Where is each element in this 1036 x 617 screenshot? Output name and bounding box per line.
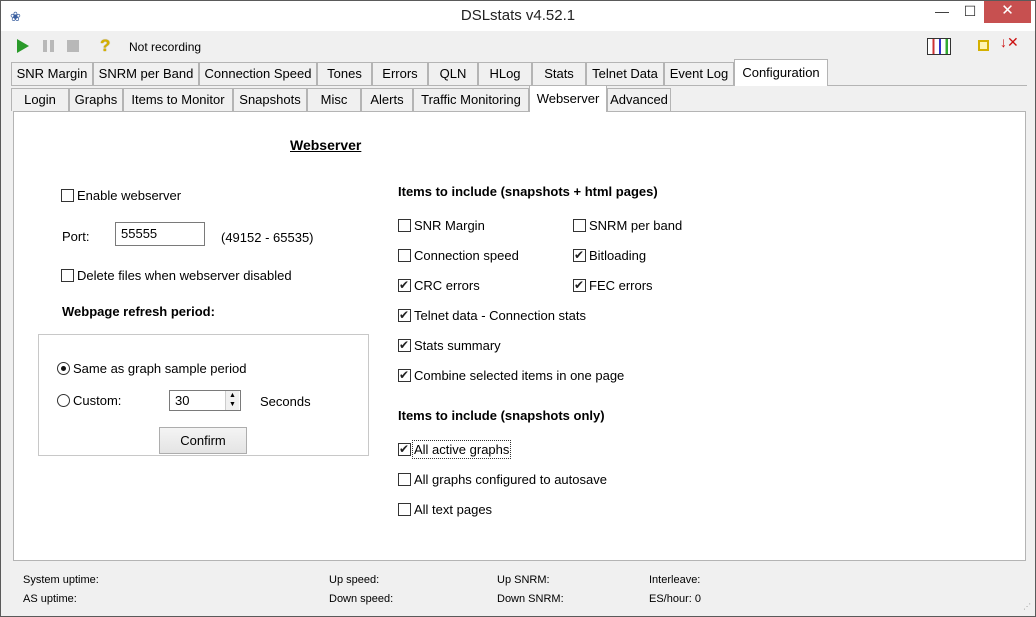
tab-snrm-per-band[interactable]: SNRM per Band bbox=[93, 62, 199, 85]
tab-connection-speed[interactable]: Connection Speed bbox=[199, 62, 317, 85]
down-snrm-label: Down SNRM: bbox=[497, 593, 564, 605]
toolbar: ? Not recording bbox=[1, 31, 1035, 61]
graphs-icon[interactable] bbox=[927, 38, 951, 55]
snr-margin-checkbox[interactable]: SNR Margin bbox=[398, 218, 485, 234]
checkbox-box[interactable] bbox=[398, 219, 411, 233]
delete-files-checkbox[interactable]: Delete files when webserver disabled bbox=[61, 268, 292, 284]
same-as-graph-dot[interactable] bbox=[57, 362, 70, 376]
resize-grip-icon[interactable]: ⋰ bbox=[1023, 602, 1031, 611]
checkbox-box[interactable] bbox=[573, 247, 586, 263]
bitloading-checkbox[interactable]: Bitloading bbox=[573, 247, 646, 264]
tab-webserver[interactable]: Webserver bbox=[529, 85, 607, 112]
checkbox-box[interactable] bbox=[398, 441, 411, 457]
spin-up-icon[interactable]: ▲ bbox=[225, 391, 239, 400]
tab-traffic-monitoring[interactable]: Traffic Monitoring bbox=[413, 88, 529, 111]
checkbox-box[interactable] bbox=[398, 503, 411, 517]
tab-login[interactable]: Login bbox=[11, 88, 69, 111]
es-hour-label: ES/hour: 0 bbox=[649, 593, 701, 605]
stop-icon[interactable] bbox=[65, 38, 81, 54]
combine-items-checkbox[interactable]: Combine selected items in one page bbox=[398, 367, 624, 384]
tab-event-log[interactable]: Event Log bbox=[664, 62, 734, 85]
connection-speed-checkbox[interactable]: Connection speed bbox=[398, 248, 519, 264]
title-bar: ❀ DSLstats v4.52.1 — ☐ ✕ bbox=[1, 1, 1035, 31]
system-uptime-label: System uptime: bbox=[23, 574, 99, 586]
include-snapshots-heading: Items to include (snapshots only) bbox=[398, 408, 605, 423]
autosave-graphs-checkbox[interactable]: All graphs configured to autosave bbox=[398, 472, 607, 488]
tab-tones[interactable]: Tones bbox=[317, 62, 372, 85]
delete-files-box[interactable] bbox=[61, 269, 74, 283]
play-icon[interactable] bbox=[15, 38, 31, 54]
all-text-pages-checkbox[interactable]: All text pages bbox=[398, 502, 492, 518]
as-uptime-label: AS uptime: bbox=[23, 593, 77, 605]
checkbox-box[interactable] bbox=[398, 367, 411, 383]
port-range: (49152 - 65535) bbox=[221, 230, 314, 245]
spin-down-icon[interactable]: ▼ bbox=[225, 400, 239, 410]
tab-telnet-data[interactable]: Telnet Data bbox=[586, 62, 664, 85]
same-as-graph-radio[interactable]: Same as graph sample period bbox=[57, 361, 246, 377]
restore-icon[interactable] bbox=[978, 40, 989, 51]
tab-advanced[interactable]: Advanced bbox=[607, 88, 671, 111]
checkbox-box[interactable] bbox=[398, 249, 411, 263]
port-input[interactable]: 55555 bbox=[115, 222, 205, 246]
focus-indicator bbox=[412, 440, 511, 459]
tab-items-to-monitor[interactable]: Items to Monitor bbox=[123, 88, 233, 111]
maximize-button[interactable]: ☐ bbox=[956, 1, 984, 23]
tab-graphs[interactable]: Graphs bbox=[69, 88, 123, 111]
up-speed-label: Up speed: bbox=[329, 574, 380, 586]
checkbox-box[interactable] bbox=[398, 307, 411, 323]
exit-icon[interactable]: ↓✕ bbox=[1000, 34, 1019, 51]
custom-dot[interactable] bbox=[57, 394, 70, 408]
checkbox-box[interactable] bbox=[398, 337, 411, 353]
checkbox-box[interactable] bbox=[398, 277, 411, 293]
pause-icon[interactable] bbox=[41, 38, 57, 54]
telnet-data-checkbox[interactable]: Telnet data - Connection stats bbox=[398, 307, 586, 324]
confirm-button[interactable]: Confirm bbox=[159, 427, 247, 454]
interleave-label: Interleave: bbox=[649, 574, 701, 586]
refresh-period-heading: Webpage refresh period: bbox=[62, 304, 215, 319]
checkbox-box[interactable] bbox=[573, 277, 586, 293]
tab-snr-margin[interactable]: SNR Margin bbox=[11, 62, 93, 85]
tab-snapshots[interactable]: Snapshots bbox=[233, 88, 307, 111]
close-button[interactable]: ✕ bbox=[984, 1, 1031, 23]
crc-errors-checkbox[interactable]: CRC errors bbox=[398, 277, 480, 294]
fec-errors-checkbox[interactable]: FEC errors bbox=[573, 277, 653, 294]
stats-summary-checkbox[interactable]: Stats summary bbox=[398, 337, 501, 354]
minimize-button[interactable]: — bbox=[928, 1, 956, 23]
status-bar: System uptime: AS uptime: Up speed: Down… bbox=[13, 567, 1026, 611]
tab-stats[interactable]: Stats bbox=[532, 62, 586, 85]
up-snrm-label: Up SNRM: bbox=[497, 574, 550, 586]
tab-errors[interactable]: Errors bbox=[372, 62, 428, 85]
include-html-heading: Items to include (snapshots + html pages… bbox=[398, 184, 658, 199]
checkbox-box[interactable] bbox=[398, 473, 411, 487]
tab-configuration[interactable]: Configuration bbox=[734, 59, 828, 86]
tab-qln[interactable]: QLN bbox=[428, 62, 478, 85]
tab-alerts[interactable]: Alerts bbox=[361, 88, 413, 111]
webserver-heading: Webserver bbox=[290, 137, 362, 153]
webserver-panel: Webserver Enable webserver Port: 55555 (… bbox=[13, 111, 1026, 561]
tab-hlog[interactable]: HLog bbox=[478, 62, 532, 85]
port-label: Port: bbox=[62, 229, 90, 244]
window-title: DSLstats v4.52.1 bbox=[460, 7, 576, 24]
checkbox-box[interactable] bbox=[573, 219, 586, 233]
seconds-label: Seconds bbox=[260, 394, 311, 409]
custom-radio[interactable]: Custom: bbox=[57, 393, 121, 409]
down-speed-label: Down speed: bbox=[329, 593, 394, 605]
enable-webserver-box[interactable] bbox=[61, 189, 74, 203]
enable-webserver-checkbox[interactable]: Enable webserver bbox=[61, 188, 181, 204]
tab-misc[interactable]: Misc bbox=[307, 88, 361, 111]
help-icon[interactable]: ? bbox=[100, 36, 116, 55]
recording-status: Not recording bbox=[129, 40, 202, 54]
tab-divider bbox=[11, 85, 1027, 86]
snrm-per-band-checkbox[interactable]: SNRM per band bbox=[573, 218, 682, 234]
app-window: ❀ DSLstats v4.52.1 — ☐ ✕ ? Not recording… bbox=[0, 0, 1036, 617]
